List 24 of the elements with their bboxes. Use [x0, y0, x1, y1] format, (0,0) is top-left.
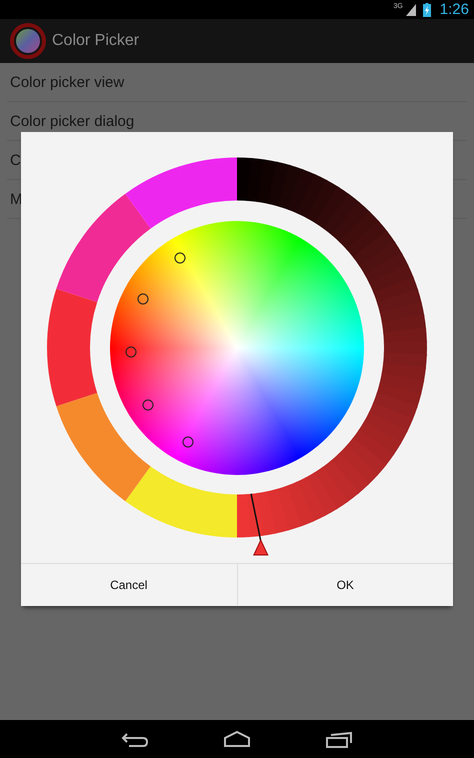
color-marker[interactable]	[182, 436, 194, 448]
palette-swatch[interactable]	[47, 288, 98, 406]
list-item[interactable]: Color picker view	[10, 74, 124, 90]
app-title: Color Picker	[52, 32, 140, 50]
recent-apps-icon[interactable]	[325, 730, 353, 748]
clock-time: 1:26	[440, 1, 469, 18]
dialog-button[interactable]: Cancel	[21, 564, 236, 606]
shade-ring[interactable]	[235, 158, 427, 538]
list-item[interactable]: C	[10, 152, 21, 168]
home-icon[interactable]	[223, 730, 251, 748]
palette-swatch[interactable]	[56, 194, 151, 302]
battery-icon	[422, 2, 431, 16]
list-item[interactable]: Color picker dialog	[10, 112, 134, 130]
color-marker[interactable]	[126, 346, 136, 358]
color-marker[interactable]	[142, 400, 154, 410]
dialog-button[interactable]: OK	[236, 564, 453, 606]
palette-swatch[interactable]	[56, 392, 151, 502]
signal-icon	[406, 4, 416, 16]
selector-handle[interactable]	[250, 494, 269, 556]
app-logo-icon[interactable]	[10, 23, 46, 59]
palette-swatch[interactable]	[125, 158, 237, 229]
palette-swatch[interactable]	[125, 466, 237, 538]
color-marker[interactable]	[174, 252, 186, 264]
color-marker[interactable]	[138, 294, 148, 304]
